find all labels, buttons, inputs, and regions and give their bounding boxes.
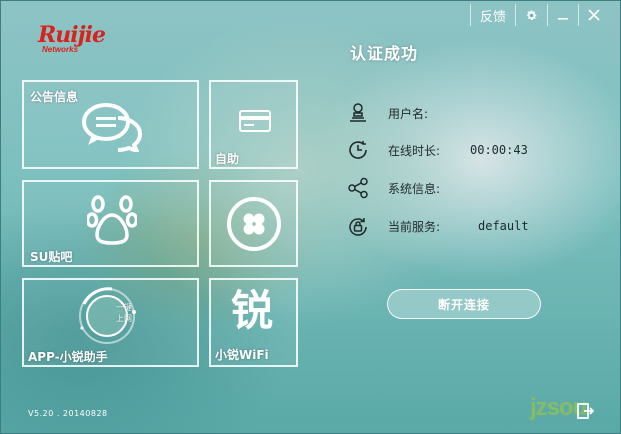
feedback-button[interactable]: 反馈 (469, 4, 515, 26)
disconnect-button[interactable]: 断开连接 (387, 289, 541, 319)
settings-button[interactable] (515, 4, 547, 26)
one-click-badge-line1: 一键 (116, 303, 132, 312)
close-icon (588, 9, 600, 21)
tile-app-assistant[interactable]: 一键 上网 APP-小锐助手 (22, 278, 199, 367)
tile-su-tieba-label: SU贴吧 (30, 250, 73, 264)
tile-wifi[interactable]: 锐 小锐WiFi (209, 278, 298, 367)
tile-announcement-label: 公告信息 (30, 90, 79, 104)
one-click-badge-line2: 上网 (116, 314, 132, 323)
minimize-icon (557, 9, 569, 21)
system-info-label: 系统信息: (388, 181, 441, 196)
minimize-button[interactable] (547, 4, 578, 26)
tile-announcement[interactable]: 公告信息 (22, 80, 199, 169)
paw-icon (85, 195, 139, 249)
tile-su-tieba[interactable]: SU贴吧 (22, 180, 199, 267)
online-time-label: 在线时长: (388, 143, 441, 158)
tile-self-service[interactable]: 自助 (209, 80, 298, 169)
service-lock-icon (346, 214, 370, 238)
info-row-online-time: 在线时长: 00:00:43 (346, 138, 528, 162)
card-icon (239, 110, 271, 136)
auth-status-title: 认证成功 (350, 44, 419, 63)
user-icon (346, 101, 370, 125)
rui-char-icon: 锐 (231, 286, 274, 335)
info-row-username: 用户名: (346, 101, 470, 125)
info-row-system-info: 系统信息: (346, 176, 470, 200)
username-label: 用户名: (388, 106, 429, 121)
logo-text: Ruijie (38, 22, 106, 48)
gear-icon (525, 9, 538, 22)
share-icon (346, 176, 370, 200)
titlebar-controls: 反馈 (469, 4, 609, 26)
clover-icon (226, 196, 282, 256)
close-button[interactable] (578, 4, 609, 26)
current-service-value: default (478, 219, 529, 233)
tile-clover[interactable] (209, 180, 298, 267)
info-row-current-service: 当前服务: default (346, 214, 529, 238)
clock-icon (346, 138, 370, 162)
version-text: V5.20 . 20140828 (28, 409, 108, 418)
ruijie-logo: Ruijie Networks (38, 22, 106, 54)
exit-icon[interactable] (576, 402, 595, 424)
online-time-value: 00:00:43 (470, 143, 528, 157)
tile-self-service-label: 自助 (215, 152, 240, 166)
current-service-label: 当前服务: (388, 219, 441, 234)
tile-wifi-label: 小锐WiFi (215, 348, 269, 362)
tile-app-assistant-label: APP-小锐助手 (28, 350, 108, 364)
chat-bubbles-icon (80, 102, 146, 156)
